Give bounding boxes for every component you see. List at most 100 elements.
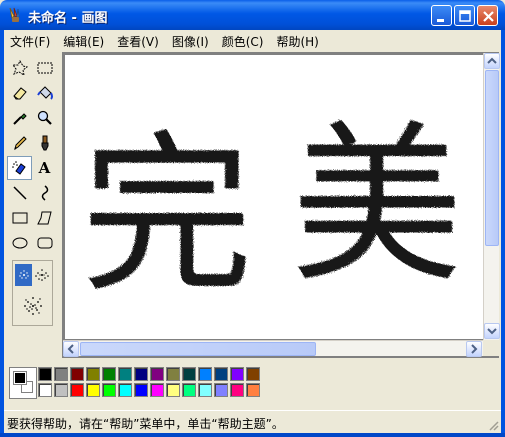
pencil-tool[interactable] <box>7 131 32 155</box>
status-text: 要获得帮助，请在“帮助”菜单中，单击“帮助主题”。 <box>7 417 284 431</box>
chevron-right-icon <box>471 344 478 354</box>
color-swatch[interactable] <box>230 367 244 381</box>
menu-colors[interactable]: 颜色(C) <box>216 30 271 50</box>
menu-edit[interactable]: 编辑(E) <box>57 30 111 50</box>
spray-size-large[interactable] <box>19 291 47 321</box>
menu-file[interactable]: 文件(F) <box>4 30 57 50</box>
line-tool[interactable] <box>7 181 32 205</box>
magnifier-icon <box>37 110 52 125</box>
title-bar[interactable]: 未命名 - 画图 <box>0 0 505 30</box>
canvas-drawing: 完 美 <box>81 105 463 316</box>
vertical-scrollbar[interactable] <box>483 53 500 340</box>
fill-icon <box>36 86 53 100</box>
menu-view[interactable]: 查看(V) <box>111 30 166 50</box>
curve-tool[interactable] <box>32 181 57 205</box>
spray-small-icon <box>18 270 29 279</box>
free-select-tool[interactable] <box>7 56 32 80</box>
rectangle-icon <box>12 212 27 224</box>
spray-size-medium[interactable] <box>33 264 51 286</box>
color-swatch[interactable] <box>134 383 148 397</box>
color-swatch[interactable] <box>86 367 100 381</box>
color-swatch[interactable] <box>182 383 196 397</box>
color-swatch[interactable] <box>70 383 84 397</box>
eraser-icon <box>12 87 27 100</box>
color-picker-tool[interactable] <box>7 106 32 130</box>
toolbox: A <box>4 52 60 364</box>
current-colors <box>9 367 37 399</box>
horizontal-scrollbar[interactable] <box>63 340 483 357</box>
menu-image[interactable]: 图像(I) <box>166 30 216 50</box>
fill-tool[interactable] <box>32 81 57 105</box>
rectangle-tool[interactable] <box>7 206 32 230</box>
close-icon <box>483 11 494 22</box>
polygon-tool[interactable] <box>32 206 57 230</box>
color-swatch[interactable] <box>54 367 68 381</box>
color-swatch[interactable] <box>166 367 180 381</box>
color-swatch[interactable] <box>150 383 164 397</box>
horizontal-scroll-thumb[interactable] <box>80 342 316 356</box>
status-bar: 要获得帮助，请在“帮助”菜单中，单击“帮助主题”。 <box>4 410 501 433</box>
window-title: 未命名 - 画图 <box>28 11 108 26</box>
color-swatch[interactable] <box>198 383 212 397</box>
scroll-down-button[interactable] <box>484 323 500 339</box>
color-swatch[interactable] <box>70 367 84 381</box>
maximize-button[interactable] <box>454 5 475 26</box>
window-frame-right <box>501 30 505 437</box>
canvas-char-wan: 完 <box>81 115 253 316</box>
color-picker-icon <box>12 113 27 125</box>
polygon-icon <box>36 211 52 225</box>
airbrush-icon <box>11 161 26 175</box>
color-swatch[interactable] <box>118 367 132 381</box>
color-swatch[interactable] <box>86 383 100 397</box>
paint-brush-icon <box>9 7 20 22</box>
color-swatch[interactable] <box>102 383 116 397</box>
minimize-button[interactable] <box>431 5 452 26</box>
scroll-left-button[interactable] <box>63 341 79 357</box>
rounded-rect-tool[interactable] <box>32 231 57 255</box>
color-swatch[interactable] <box>38 367 52 381</box>
menu-help[interactable]: 帮助(H) <box>270 30 325 50</box>
window-frame-bottom <box>0 433 505 437</box>
maximize-icon <box>459 10 471 22</box>
chevron-up-icon <box>487 57 497 64</box>
text-tool[interactable]: A <box>32 156 57 180</box>
scroll-up-button[interactable] <box>484 53 500 69</box>
spray-size-small[interactable] <box>15 264 32 286</box>
color-swatch[interactable] <box>214 367 228 381</box>
line-icon <box>12 186 27 200</box>
chevron-down-icon <box>487 328 497 335</box>
spray-medium-icon <box>35 269 49 281</box>
brush-tool[interactable] <box>32 131 57 155</box>
rect-select-tool[interactable] <box>32 56 57 80</box>
scroll-right-button[interactable] <box>466 341 482 357</box>
drawing-canvas[interactable]: 完 美 <box>65 55 483 339</box>
color-swatch[interactable] <box>38 383 52 397</box>
vertical-scroll-thumb[interactable] <box>485 70 499 246</box>
color-swatch[interactable] <box>166 383 180 397</box>
chevron-left-icon <box>67 344 74 354</box>
foreground-color <box>13 371 27 385</box>
canvas-char-mei: 美 <box>291 105 463 306</box>
airbrush-tool[interactable] <box>7 156 32 180</box>
color-swatch[interactable] <box>102 367 116 381</box>
color-swatch[interactable] <box>230 383 244 397</box>
menu-bar: 文件(F) 编辑(E) 查看(V) 图像(I) 颜色(C) 帮助(H) <box>4 30 501 52</box>
eraser-tool[interactable] <box>7 81 32 105</box>
color-swatch[interactable] <box>246 367 260 381</box>
color-swatch[interactable] <box>182 367 196 381</box>
color-swatch[interactable] <box>118 383 132 397</box>
color-swatch[interactable] <box>54 383 68 397</box>
tool-options-panel <box>12 260 53 326</box>
close-button[interactable] <box>477 5 498 26</box>
rounded-rect-icon <box>37 237 52 249</box>
color-swatch[interactable] <box>246 383 260 397</box>
spray-large-icon <box>24 297 42 315</box>
color-swatch[interactable] <box>214 383 228 397</box>
minimize-icon <box>437 19 444 22</box>
resize-grip-icon[interactable] <box>487 419 499 431</box>
ellipse-tool[interactable] <box>7 231 32 255</box>
color-swatch[interactable] <box>150 367 164 381</box>
color-swatch[interactable] <box>134 367 148 381</box>
color-swatch[interactable] <box>198 367 212 381</box>
magnifier-tool[interactable] <box>32 106 57 130</box>
